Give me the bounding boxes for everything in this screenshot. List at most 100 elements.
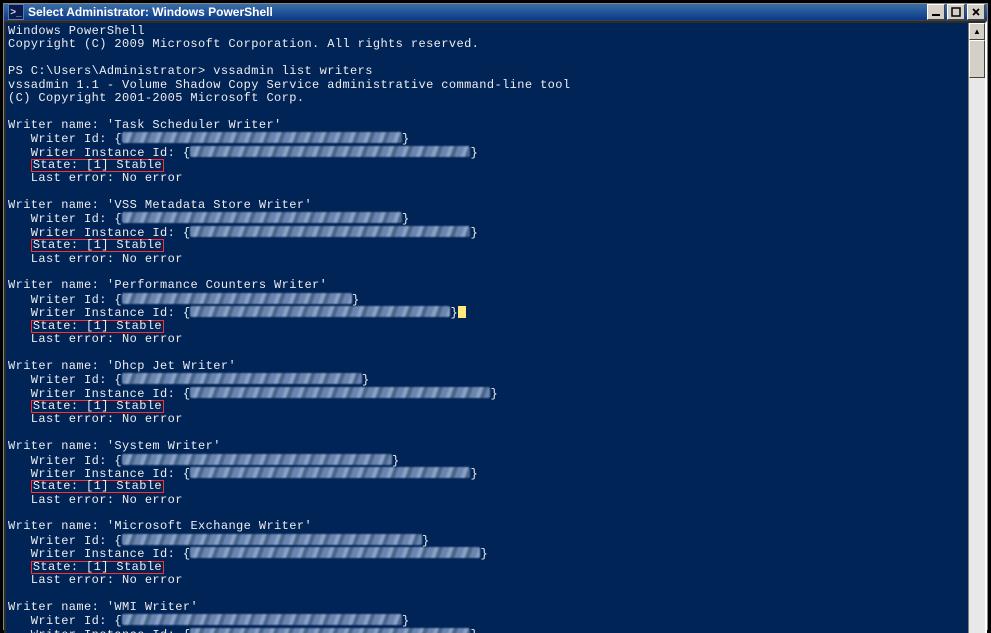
last-error: Last error: No error	[8, 493, 183, 507]
redacted-guid	[190, 387, 490, 398]
terminal-line: Writer Id: {}	[8, 534, 966, 547]
writer-name-label: Writer name:	[8, 278, 107, 292]
terminal-line: PS C:\Users\Administrator> vssadmin list…	[8, 65, 966, 78]
terminal-line	[8, 52, 966, 65]
state-highlight: State: [1] Stable	[31, 400, 164, 413]
titlebar[interactable]: >_ Select Administrator: Windows PowerSh…	[4, 4, 987, 21]
terminal-line	[8, 427, 966, 440]
redacted-guid	[190, 467, 470, 478]
terminal-line: Writer Id: {}	[8, 614, 966, 627]
state-highlight: State: [1] Stable	[31, 561, 164, 574]
terminal-line: Writer Id: {}	[8, 212, 966, 225]
redacted-guid	[122, 132, 402, 143]
redacted-guid	[190, 547, 480, 558]
terminal-line: Last error: No error	[8, 253, 966, 266]
terminal-line: Writer Id: {}	[8, 373, 966, 386]
terminal-line: State: [1] Stable	[8, 159, 966, 172]
writer-name-value: 'System Writer'	[107, 439, 221, 453]
writer-name-label: Writer name:	[8, 118, 107, 132]
vss-banner: (C) Copyright 2001-2005 Microsoft Corp.	[8, 91, 304, 105]
banner-line: Copyright (C) 2009 Microsoft Corporation…	[8, 37, 479, 51]
terminal-line: Writer Id: {}	[8, 454, 966, 467]
terminal-line: Writer name: 'System Writer'	[8, 440, 966, 453]
terminal-line: Writer name: 'Performance Counters Write…	[8, 279, 966, 292]
terminal-line: Last error: No error	[8, 574, 966, 587]
powershell-window: >_ Select Administrator: Windows PowerSh…	[3, 3, 988, 630]
terminal-line: Writer Instance Id: {}	[8, 547, 966, 560]
redacted-guid	[190, 226, 470, 237]
redacted-guid	[122, 212, 402, 223]
redacted-guid	[122, 534, 422, 545]
terminal-line: State: [1] Stable	[8, 400, 966, 413]
terminal-line: Writer Instance Id: {}	[8, 226, 966, 239]
terminal-line: Writer Id: {}	[8, 132, 966, 145]
state-highlight: State: [1] Stable	[31, 480, 164, 493]
redacted-guid	[122, 454, 392, 465]
last-error: Last error: No error	[8, 252, 183, 266]
writer-name-label: Writer name:	[8, 198, 107, 212]
redacted-guid	[122, 614, 402, 625]
terminal-line: Last error: No error	[8, 333, 966, 346]
chevron-up-icon: ▲	[973, 27, 981, 36]
terminal-line: Writer name: 'Task Scheduler Writer'	[8, 119, 966, 132]
state-highlight: State: [1] Stable	[31, 159, 164, 172]
vss-banner: vssadmin 1.1 - Volume Shadow Copy Servic…	[8, 78, 571, 92]
command: vssadmin list writers	[213, 64, 373, 78]
writer-name-label: Writer name:	[8, 439, 107, 453]
scroll-track[interactable]	[969, 40, 985, 633]
terminal-line	[8, 507, 966, 520]
maximize-button[interactable]	[947, 4, 965, 20]
redacted-guid	[190, 306, 450, 317]
terminal-line: Last error: No error	[8, 413, 966, 426]
prompt: PS C:\Users\Administrator>	[8, 64, 213, 78]
terminal-line: State: [1] Stable	[8, 480, 966, 493]
terminal-line	[8, 186, 966, 199]
last-error: Last error: No error	[8, 573, 183, 587]
close-button[interactable]	[967, 4, 985, 20]
window-controls	[927, 4, 985, 20]
terminal-line: (C) Copyright 2001-2005 Microsoft Corp.	[8, 92, 966, 105]
text-cursor	[458, 306, 466, 318]
writer-name-value: 'Dhcp Jet Writer'	[107, 359, 236, 373]
banner-line: Windows PowerShell	[8, 24, 145, 38]
terminal-line: Writer name: 'Dhcp Jet Writer'	[8, 360, 966, 373]
last-error: Last error: No error	[8, 412, 183, 426]
terminal-line: Windows PowerShell	[8, 25, 966, 38]
terminal-output[interactable]: Windows PowerShellCopyright (C) 2009 Mic…	[6, 23, 968, 633]
scroll-thumb[interactable]	[969, 40, 985, 78]
writer-name-label: Writer name:	[8, 600, 107, 614]
state-highlight: State: [1] Stable	[31, 239, 164, 252]
terminal-line: Writer Instance Id: {}	[8, 146, 966, 159]
terminal-line: Writer Instance Id: {}	[8, 387, 966, 400]
terminal-line: State: [1] Stable	[8, 239, 966, 252]
writer-name-value: 'Microsoft Exchange Writer'	[107, 519, 312, 533]
writer-name-value: 'Performance Counters Writer'	[107, 278, 327, 292]
redacted-guid	[190, 146, 470, 157]
last-error: Last error: No error	[8, 171, 183, 185]
terminal-line: Writer Instance Id: {}	[8, 306, 966, 319]
terminal-line	[8, 266, 966, 279]
window-title: Select Administrator: Windows PowerShell	[28, 5, 927, 19]
terminal-line: State: [1] Stable	[8, 320, 966, 333]
redacted-guid	[122, 293, 352, 304]
scroll-up-button[interactable]: ▲	[969, 23, 985, 40]
terminal-line	[8, 587, 966, 600]
terminal-line: Writer name: 'Microsoft Exchange Writer'	[8, 520, 966, 533]
terminal-line: Last error: No error	[8, 494, 966, 507]
terminal-line: Writer Instance Id: {}	[8, 467, 966, 480]
terminal-line: Writer Instance Id: {}	[8, 628, 966, 633]
terminal-line: Last error: No error	[8, 172, 966, 185]
terminal-line	[8, 346, 966, 359]
terminal-line: Writer Id: {}	[8, 293, 966, 306]
terminal-line: vssadmin 1.1 - Volume Shadow Copy Servic…	[8, 79, 966, 92]
terminal-line: Copyright (C) 2009 Microsoft Corporation…	[8, 38, 966, 51]
state-highlight: State: [1] Stable	[31, 320, 164, 333]
terminal-line	[8, 105, 966, 118]
writer-name-value: 'Task Scheduler Writer'	[107, 118, 282, 132]
client-area: Windows PowerShellCopyright (C) 2009 Mic…	[4, 21, 987, 633]
vertical-scrollbar[interactable]: ▲ ▼	[968, 23, 985, 633]
minimize-button[interactable]	[927, 4, 945, 20]
redacted-guid	[122, 373, 362, 384]
writer-name-value: 'WMI Writer'	[107, 600, 198, 614]
terminal-line: State: [1] Stable	[8, 561, 966, 574]
